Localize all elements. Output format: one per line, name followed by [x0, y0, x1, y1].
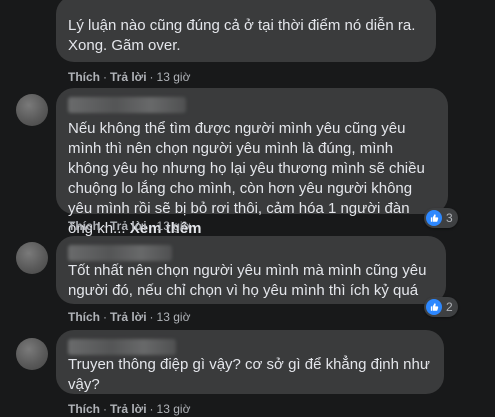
comment-bubble: Nếu không thể tìm được người mình yêu cũ… [56, 88, 448, 237]
avatar[interactable] [16, 338, 48, 370]
separator: · [103, 70, 107, 84]
comment-time[interactable]: 13 giờ [157, 310, 191, 324]
reply-link[interactable]: Trả lời [110, 70, 147, 84]
comment-bubble: Truyen thông điệp gì vậy? cơ sở gì để kh… [56, 330, 444, 394]
like-link[interactable]: Thích [68, 219, 100, 233]
avatar[interactable] [16, 242, 48, 274]
comment-actions: Thích · Trả lời · 13 giờ [68, 69, 190, 85]
reply-link[interactable]: Trả lời [110, 219, 147, 233]
comment-actions: Thích · Trả lời · 13 giờ [68, 309, 190, 325]
comment-text: Truyen thông điệp gì vậy? cơ sở gì để kh… [68, 356, 430, 393]
like-link[interactable]: Thích [68, 310, 100, 324]
reaction-count: 3 [446, 211, 453, 225]
reaction-summary[interactable]: 3 [424, 208, 458, 228]
comment-bubble: Lý luận nào cũng đúng cả ở tại thời điểm… [56, 0, 436, 62]
separator: · [149, 310, 154, 324]
reply-link[interactable]: Trả lời [110, 310, 147, 324]
comment-bubble: Tốt nhất nên chọn người yêu mình mà mình… [56, 236, 446, 304]
separator: · [103, 219, 107, 233]
comment-time[interactable]: 13 giờ [157, 402, 191, 416]
author-name-blurred[interactable] [68, 339, 176, 355]
comment-time[interactable]: 13 giờ [157, 219, 191, 233]
separator: · [149, 70, 154, 84]
like-link[interactable]: Thích [68, 70, 100, 84]
like-icon [426, 299, 442, 315]
avatar[interactable] [16, 94, 48, 126]
comment-actions: Thích · Trả lời · 13 giờ [68, 218, 190, 234]
separator: · [103, 310, 107, 324]
comment-text: Tốt nhất nên chọn người yêu mình mà mình… [68, 262, 427, 299]
separator: · [149, 219, 154, 233]
comment-text: Lý luận nào cũng đúng cả ở tại thời điểm… [68, 17, 416, 54]
separator: · [103, 402, 107, 416]
reaction-summary[interactable]: 2 [424, 297, 458, 317]
like-icon [426, 210, 442, 226]
like-link[interactable]: Thích [68, 402, 100, 416]
author-name-blurred[interactable] [68, 245, 172, 261]
author-name-blurred[interactable] [68, 97, 186, 113]
reaction-count: 2 [446, 300, 453, 314]
comment-time[interactable]: 13 giờ [157, 70, 191, 84]
reply-link[interactable]: Trả lời [110, 402, 147, 416]
separator: · [149, 402, 154, 416]
